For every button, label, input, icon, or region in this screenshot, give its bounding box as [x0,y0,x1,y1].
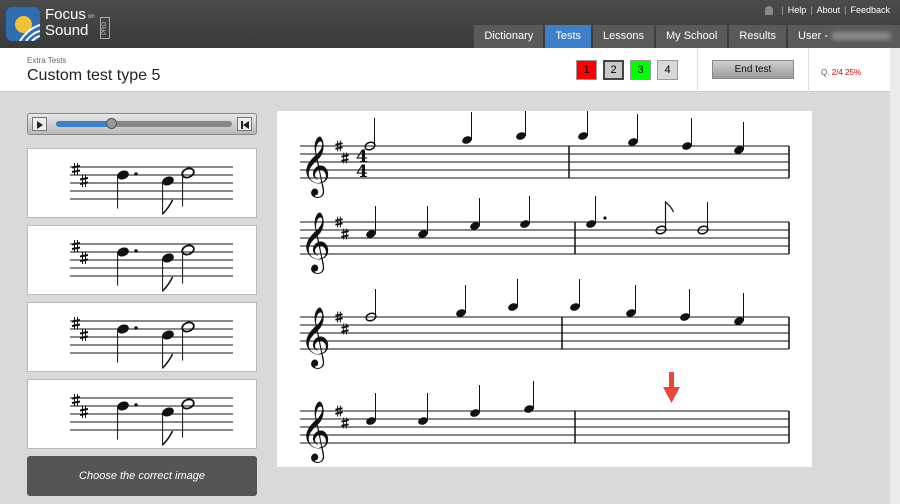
answer-option-3[interactable] [27,302,257,372]
augmentation-dot [603,216,607,220]
sharp-sign [335,146,343,150]
rewind-icon[interactable] [237,117,252,131]
question-buttons: 1 2 3 4 [576,60,678,80]
sharp-sign [341,419,349,423]
augmentation-dot [134,403,138,407]
answer-option-4[interactable] [27,379,257,449]
augmentation-dot [134,326,138,330]
sharp-sign [341,423,349,427]
note-flag [162,430,174,446]
answer-option-1[interactable] [27,148,257,218]
sharp-sign [71,400,81,404]
sharp-sign [335,222,343,226]
title-bar: Extra Tests Custom test type 5 1 2 3 4 E… [0,48,890,92]
logo-focus: Focus [45,6,86,23]
progress-count: 2/4 [831,68,843,77]
tab-results[interactable]: Results [729,25,787,48]
augmentation-dot [134,249,138,253]
sharp-sign [341,329,349,333]
sharp-sign [335,317,343,321]
question-button-4[interactable]: 4 [657,60,678,80]
note-flag [162,353,174,369]
playback-thumb[interactable] [105,118,117,129]
feedback-link[interactable]: Feedback [850,5,890,15]
progress-percent: 25% [845,68,862,77]
end-test-button[interactable]: End test [712,60,794,79]
music-score: 𝄞 𝄞 𝄞 𝄞 4 4 [277,111,812,467]
sharp-sign [341,230,349,234]
sharp-sign [71,246,81,250]
tab-user[interactable]: User - [788,25,900,48]
page-title: Custom test type 5 [27,67,161,84]
logo-on: on [88,14,95,20]
tab-lessons[interactable]: Lessons [593,25,654,48]
bell-icon[interactable] [765,5,774,15]
question-button-3[interactable]: 3 [630,60,651,80]
time-signature-bottom: 4 [356,162,368,182]
answer-option-2[interactable] [27,225,257,295]
augmentation-dot [134,172,138,176]
utility-links: | Help | About | Feedback [765,5,890,15]
sharp-sign [79,254,89,258]
sharp-sign [335,411,343,415]
logo-icon[interactable] [6,7,40,41]
top-bar: Focus Sound on PRO | Help | About | Feed… [0,0,900,48]
question-button-1[interactable]: 1 [576,60,597,80]
sharp-sign [79,408,89,412]
progress-prefix: Q. [821,68,830,77]
help-link[interactable]: Help [788,5,807,15]
divider [808,48,809,92]
logo-text: Focus Sound [45,7,88,39]
choose-correct-image-prompt: Choose the correct image [27,456,257,496]
sharp-sign [335,407,343,411]
treble-clef: 𝄞 [300,307,331,369]
sharp-sign [79,331,89,335]
sharp-sign [341,158,349,162]
divider [697,48,698,92]
playback-track[interactable] [56,118,232,129]
redacted-username [832,32,890,41]
question-button-2[interactable]: 2 [603,60,624,80]
note-flag [664,200,675,230]
treble-clef: 𝄞 [300,212,331,274]
audio-player [27,113,257,135]
sharp-sign [335,142,343,146]
tab-tests[interactable]: Tests [545,25,592,48]
page-scrollbar[interactable] [890,48,900,504]
sharp-sign [335,218,343,222]
note-flag [162,199,174,215]
treble-clef: 𝄞 [300,401,331,463]
user-label: User - [798,30,828,42]
down-arrow-icon [663,387,680,403]
sharp-sign [71,169,81,173]
sharp-sign [71,323,81,327]
note-flag [162,276,174,292]
sharp-sign [341,325,349,329]
sharp-sign [341,154,349,158]
sharp-sign [341,234,349,238]
main-nav: Dictionary Tests Lessons My School Resul… [474,25,900,48]
sharp-sign [335,313,343,317]
about-link[interactable]: About [817,5,841,15]
tab-dictionary[interactable]: Dictionary [474,25,544,48]
sharp-sign [79,177,89,181]
play-icon[interactable] [32,117,47,131]
logo-pro-badge: PRO [100,17,110,39]
breadcrumb[interactable]: Extra Tests [27,56,66,65]
playback-progress [56,121,111,127]
tab-my-school[interactable]: My School [656,25,728,48]
logo-sound: Sound [45,22,89,39]
treble-clef: 𝄞 [300,136,331,198]
question-progress: Q. 2/4 25% [821,68,861,77]
